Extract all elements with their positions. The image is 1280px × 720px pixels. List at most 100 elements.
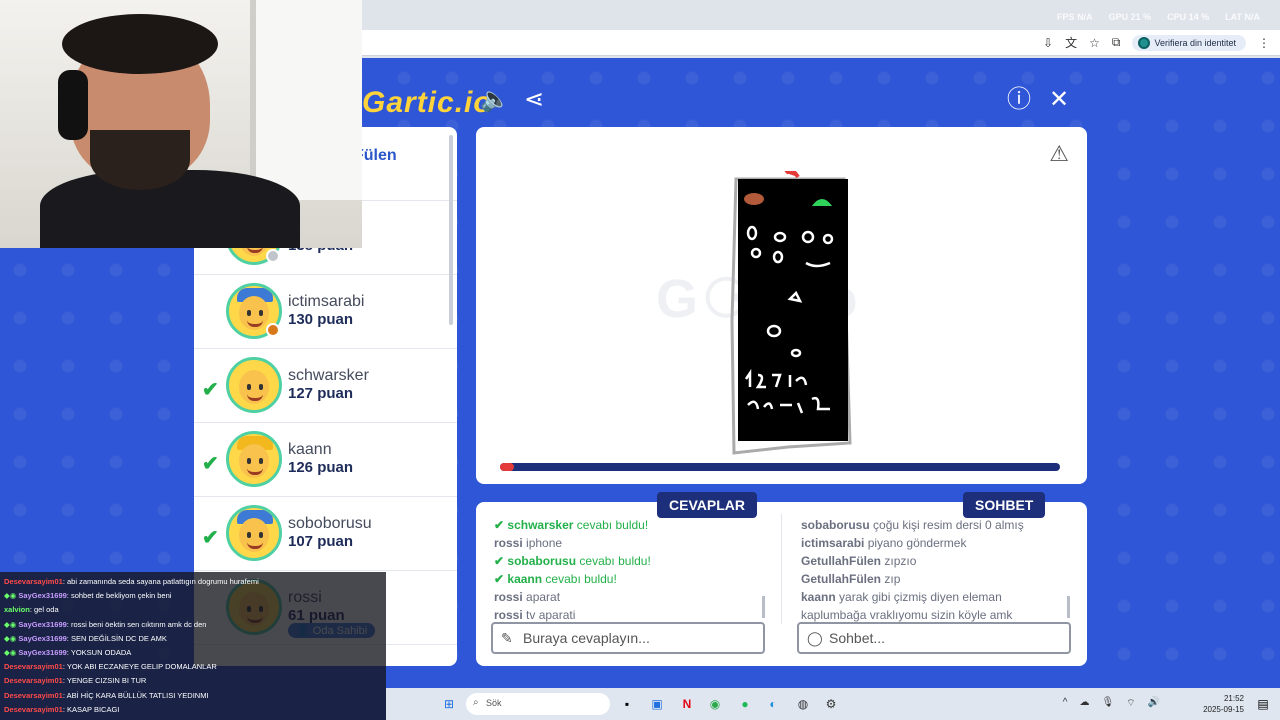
tab-answers[interactable]: CEVAPLAR bbox=[657, 492, 757, 518]
players-scrollbar[interactable] bbox=[449, 135, 453, 325]
player-name: soboborusu bbox=[288, 515, 372, 532]
stream-chat-message: ◆◉ SayGex31699: sohbet de bekliyom çekin… bbox=[4, 591, 172, 601]
status-dot bbox=[266, 249, 280, 263]
sub-badge-icon: ◆◉ bbox=[4, 648, 19, 658]
status-dot bbox=[266, 323, 280, 337]
task-view-icon[interactable]: ▪ bbox=[618, 695, 636, 713]
answer-message: rossi iphone bbox=[494, 536, 563, 550]
avatar bbox=[226, 357, 282, 413]
extensions-icon[interactable]: ⧉ bbox=[1112, 35, 1121, 50]
player-name: kaann bbox=[288, 441, 332, 458]
spotify-icon[interactable]: ● bbox=[736, 695, 754, 713]
drawing-canvas[interactable]: G⚆◎ıo ⚠ bbox=[476, 127, 1087, 484]
answers-chat-panel: CEVAPLAR SOHBET ✔ schwarsker cevabı buld… bbox=[476, 492, 1087, 666]
stat-gpu: GPU 21 % bbox=[1108, 12, 1152, 22]
system-tray: ^ ☁ 🎙 ⌔ 🔊 bbox=[1063, 697, 1160, 710]
answer-message: ✔ schwarsker cevabı buldu! bbox=[494, 518, 649, 532]
kebab-menu-icon[interactable]: ⋮ bbox=[1258, 36, 1270, 50]
cloud-icon[interactable]: ☁ bbox=[1079, 697, 1089, 710]
windows-start-icon[interactable]: ⊞ bbox=[440, 695, 458, 713]
player-name: schwarsker bbox=[288, 367, 369, 384]
netflix-icon[interactable]: N bbox=[678, 695, 696, 713]
settings-gear-icon[interactable]: ⚙ bbox=[822, 695, 840, 713]
translate-icon[interactable]: 文 bbox=[1065, 34, 1077, 51]
round-timer-bar bbox=[500, 463, 1060, 471]
stat-cpu: CPU 14 % bbox=[1167, 12, 1210, 22]
player-row[interactable]: ✔ kaann 126 puan bbox=[194, 423, 457, 497]
game-logo: Gartic.io bbox=[362, 86, 493, 119]
avatar bbox=[226, 505, 282, 561]
install-app-icon[interactable]: ⇩ bbox=[1043, 36, 1053, 50]
answers-list: ✔ schwarsker cevabı buldu! rossi iphone ✔ … bbox=[494, 516, 764, 624]
bookmark-star-icon[interactable]: ☆ bbox=[1089, 36, 1100, 50]
taskbar-clock[interactable]: 21:52 2025-09-15 bbox=[1203, 693, 1244, 715]
chat-input[interactable]: ◯ Sohbet... bbox=[797, 622, 1071, 654]
answers-scrollbar[interactable] bbox=[762, 596, 765, 618]
sub-badge-icon: ◆◉ bbox=[4, 619, 19, 629]
wifi-icon[interactable]: ⌔ bbox=[1126, 697, 1135, 710]
chevron-up-icon[interactable]: ^ bbox=[1063, 697, 1068, 710]
checkmark-icon: ✔ bbox=[494, 572, 508, 586]
edge-icon[interactable]: ◐ bbox=[764, 695, 782, 713]
answer-message: ✔ kaann cevabı buldu! bbox=[494, 572, 617, 586]
stream-chat-message: Desevarsayim01: YOK ABI ECZANEYE GELIP D… bbox=[4, 662, 217, 672]
chat-bubble-icon: ◯ bbox=[807, 630, 823, 646]
chat-message: sobaborusu çoğu kişi resim dersi 0 almış bbox=[801, 518, 1024, 532]
tab-chat[interactable]: SOHBET bbox=[963, 492, 1046, 518]
microphone-icon[interactable]: 🎙 bbox=[1101, 697, 1114, 710]
chat-message: kaann yarak gibi çizmiş diyen eleman kap… bbox=[801, 590, 1013, 622]
stream-chat-message: Desevarsayim01: abi zamanında seda sayan… bbox=[4, 577, 259, 586]
address-bar[interactable]: ⇩ 文 ☆ ⧉ Verifiera din identitet ⋮ bbox=[362, 30, 1280, 56]
stream-chat-message: Desevarsayim01: YENGE CIZSIN BI TUR bbox=[4, 676, 147, 686]
checkmark-icon: ✔ bbox=[202, 527, 219, 549]
player-row[interactable]: ictimsarabi 130 puan bbox=[194, 275, 457, 349]
store-icon[interactable]: ▣ bbox=[648, 695, 666, 713]
search-icon: ⌕ bbox=[473, 697, 479, 708]
volume-icon[interactable]: 🔊 bbox=[1148, 697, 1160, 710]
player-score: 127 puan bbox=[288, 385, 354, 402]
info-icon[interactable]: ⓘ bbox=[1005, 86, 1033, 114]
stream-chat-message: xalvion: gel oda bbox=[4, 605, 59, 615]
checkmark-icon: ✔ bbox=[494, 554, 508, 568]
taskbar-search[interactable]: ⌕ Sök bbox=[466, 693, 610, 715]
stream-chat-message: Desevarsayim01: KASAP BICAGI bbox=[4, 704, 120, 714]
player-row[interactable]: ✔ schwarsker 127 puan bbox=[194, 349, 457, 423]
player-score: 126 puan bbox=[288, 459, 354, 476]
report-warning-icon[interactable]: ⚠ bbox=[1049, 141, 1069, 167]
checkmark-icon: ✔ bbox=[202, 453, 219, 475]
panel-divider bbox=[781, 514, 782, 624]
stream-chat-message: ◆◉ SayGex31699: SEN DEĞİLSİN DC DE AMK bbox=[4, 633, 167, 643]
player-row[interactable]: ✔ soboborusu 107 puan bbox=[194, 497, 457, 571]
answer-message: rossi aparat bbox=[494, 590, 561, 604]
avatar bbox=[226, 431, 282, 487]
stream-chat-message: ◆◉ SayGex31699: rossi beni öektin sen cı… bbox=[4, 619, 207, 629]
chat-list: sobaborusu çoğu kişi resim dersi 0 almış… bbox=[801, 516, 1066, 624]
sub-badge-icon: ◆◉ bbox=[4, 591, 19, 601]
stream-chat-message: ◆◉ SayGex31699: YOKSUN ODADA bbox=[4, 648, 132, 658]
notification-icon[interactable]: ▤ bbox=[1254, 695, 1272, 713]
chrome-icon[interactable]: ◉ bbox=[706, 695, 724, 713]
chat-message: GetullahFülen zıp bbox=[801, 572, 901, 586]
close-icon[interactable]: ✕ bbox=[1045, 86, 1073, 114]
checkmark-icon: ✔ bbox=[202, 379, 219, 401]
sub-badge-icon: ◆◉ bbox=[4, 633, 19, 643]
webcam-overlay bbox=[0, 0, 362, 248]
share-icon[interactable]: ⋖ bbox=[520, 86, 548, 114]
address-bar-actions: ⇩ 文 ☆ ⧉ Verifiera din identitet ⋮ bbox=[1043, 34, 1270, 51]
app-icon[interactable]: ◍ bbox=[794, 695, 812, 713]
windows-taskbar: ⊞ ⌕ Sök ▪ ▣ N ◉ ● ◐ ◍ ⚙ ^ ☁ 🎙 ⌔ 🔊 21:52 … bbox=[386, 688, 1280, 720]
pencil-icon: ✎ bbox=[501, 630, 513, 646]
player-score: 107 puan bbox=[288, 533, 354, 550]
chat-scrollbar[interactable] bbox=[1067, 596, 1070, 618]
answer-message: ✔ sobaborusu cevabı buldu! bbox=[494, 554, 651, 568]
checkmark-icon: ✔ bbox=[494, 518, 508, 532]
chat-message: ictimsarabi piyano göndermek bbox=[801, 536, 967, 550]
stat-lat: LAT N/A bbox=[1225, 12, 1260, 22]
player-drawing bbox=[730, 171, 852, 455]
chat-message: GetullahFülen zıpzıo bbox=[801, 554, 917, 568]
headset bbox=[58, 70, 88, 140]
stat-fps: FPS N/A bbox=[1057, 12, 1093, 22]
sound-icon[interactable]: 🔈 bbox=[480, 86, 510, 114]
verify-identity-button[interactable]: Verifiera din identitet bbox=[1132, 34, 1246, 51]
answer-input[interactable]: ✎ Buraya cevaplayın... bbox=[491, 622, 765, 654]
